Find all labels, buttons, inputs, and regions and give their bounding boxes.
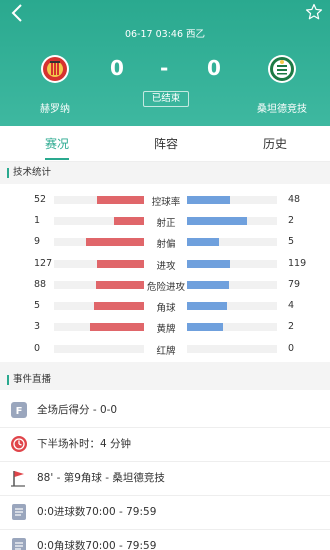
event-item[interactable]: 0:0进球数70:00 - 79:59: [0, 496, 330, 530]
active-tab-indicator: [45, 158, 69, 160]
event-text: 全场后得分 - 0-0: [37, 404, 118, 416]
stat-label: 角球: [156, 303, 176, 314]
home-stat-bar: [94, 302, 144, 310]
away-stat-value: 48: [288, 194, 301, 205]
event-text: 下半场补时：4 分钟: [37, 438, 132, 450]
stat-row: 52 控球率 48: [0, 192, 330, 208]
stat-row: 88 危险进攻 79: [0, 277, 330, 293]
home-score: 0: [110, 56, 124, 80]
event-item[interactable]: 下半场补时：4 分钟: [0, 428, 330, 462]
home-stat-track: [54, 238, 144, 246]
match-header: 06-17 03:46 西乙 赫罗纳 0 - 0 已结束 桑坦德竞技: [0, 0, 330, 126]
match-datetime: 06-17 03:46 西乙: [124, 29, 206, 40]
stat-row: 127 进攻 119: [0, 256, 330, 272]
tab-history[interactable]: 历史: [245, 126, 305, 162]
event-text: 88' - 第9角球 - 桑坦德竞技: [37, 472, 165, 484]
tab-lineup[interactable]: 阵容: [136, 126, 196, 162]
home-team[interactable]: 赫罗纳: [15, 54, 95, 115]
home-stat-track: [54, 302, 144, 310]
away-stat-value: 119: [288, 258, 307, 269]
home-stat-track: [54, 323, 144, 331]
home-stat-bar: [97, 196, 144, 204]
chevron-left-icon: [11, 4, 22, 22]
home-team-name: 赫罗纳: [40, 104, 70, 115]
away-stat-bar: [187, 238, 219, 246]
home-stat-bar: [97, 260, 144, 268]
document-icon: [12, 504, 26, 520]
away-stat-track: [187, 260, 277, 268]
final-score-icon: F: [11, 402, 27, 418]
away-stat-value: 4: [288, 300, 295, 311]
away-stat-track: [187, 302, 277, 310]
stat-row: 3 黄牌 2: [0, 319, 330, 335]
away-stat-bar: [187, 196, 230, 204]
away-stat-bar: [187, 260, 230, 268]
home-stat-track: [54, 345, 144, 353]
away-stat-value: 5: [288, 236, 295, 247]
stat-label: 射正: [156, 218, 176, 229]
corner-flag-icon: [11, 471, 25, 487]
away-stat-track: [187, 323, 277, 331]
away-team-logo-icon: [268, 55, 296, 83]
stat-label: 黄牌: [156, 324, 176, 335]
away-stat-bar: [187, 302, 227, 310]
star-outline-icon: [305, 3, 323, 20]
home-stat-bar: [114, 217, 144, 225]
home-stat-track: [54, 281, 144, 289]
tab-match-overview[interactable]: 赛况: [27, 126, 87, 162]
home-stat-bar: [90, 323, 144, 331]
stat-label: 进攻: [156, 261, 176, 272]
match-status-badge: 已结束: [143, 91, 189, 107]
stat-row: 1 射正 2: [0, 213, 330, 229]
back-button[interactable]: [6, 2, 28, 24]
events-panel: F 全场后得分 - 0-0 下半场补时：4 分钟 88' - 第9角球 - 桑坦…: [0, 390, 330, 550]
away-team-name: 桑坦德竞技: [257, 104, 307, 115]
away-stat-track: [187, 217, 277, 225]
svg-text:F: F: [16, 406, 23, 417]
score-separator: -: [160, 56, 169, 80]
home-stat-bar: [96, 281, 144, 289]
stats-panel: 52 控球率 48 1 射正 2 9 射偏 5 127 进攻 119 88 危险进攻 79 5 角球 4 3 黄牌 2 0…: [0, 184, 330, 362]
stat-row: 5 角球 4: [0, 298, 330, 314]
event-item[interactable]: 88' - 第9角球 - 桑坦德竞技: [0, 462, 330, 496]
away-stat-value: 2: [288, 215, 295, 226]
home-team-logo-icon: [41, 55, 69, 83]
away-stat-track: [187, 345, 277, 353]
away-stat-track: [187, 196, 277, 204]
tab-bar: 赛况 阵容 历史: [0, 126, 330, 162]
events-section-title: 事件直播: [0, 370, 330, 390]
home-stat-track: [54, 217, 144, 225]
away-stat-bar: [187, 217, 247, 225]
away-stat-value: 2: [288, 321, 295, 332]
home-stat-track: [54, 196, 144, 204]
home-stat-bar: [86, 238, 144, 246]
stat-row: 9 射偏 5: [0, 234, 330, 250]
away-stat-value: 79: [288, 279, 301, 290]
event-item[interactable]: 0:0角球数70:00 - 79:59: [0, 530, 330, 550]
stat-label: 控球率: [151, 197, 181, 208]
away-stat-track: [187, 238, 277, 246]
home-stat-track: [54, 260, 144, 268]
event-text: 0:0进球数70:00 - 79:59: [37, 506, 157, 518]
stat-label: 危险进攻: [146, 282, 185, 293]
away-team[interactable]: 桑坦德竞技: [242, 54, 322, 115]
stat-label: 射偏: [156, 239, 176, 250]
event-item[interactable]: F 全场后得分 - 0-0: [0, 394, 330, 428]
away-stat-bar: [187, 323, 223, 331]
stats-section-title: 技术统计: [0, 163, 330, 183]
away-stat-track: [187, 281, 277, 289]
away-score: 0: [207, 56, 221, 80]
away-stat-value: 0: [288, 343, 295, 354]
favorite-button[interactable]: [303, 1, 325, 23]
whistle-clock-icon: [11, 436, 27, 452]
stat-row: 0 红牌 0: [0, 341, 330, 357]
away-stat-bar: [187, 281, 229, 289]
event-text: 0:0角球数70:00 - 79:59: [37, 540, 157, 550]
document-icon: [12, 538, 26, 550]
stat-label: 红牌: [156, 346, 176, 357]
